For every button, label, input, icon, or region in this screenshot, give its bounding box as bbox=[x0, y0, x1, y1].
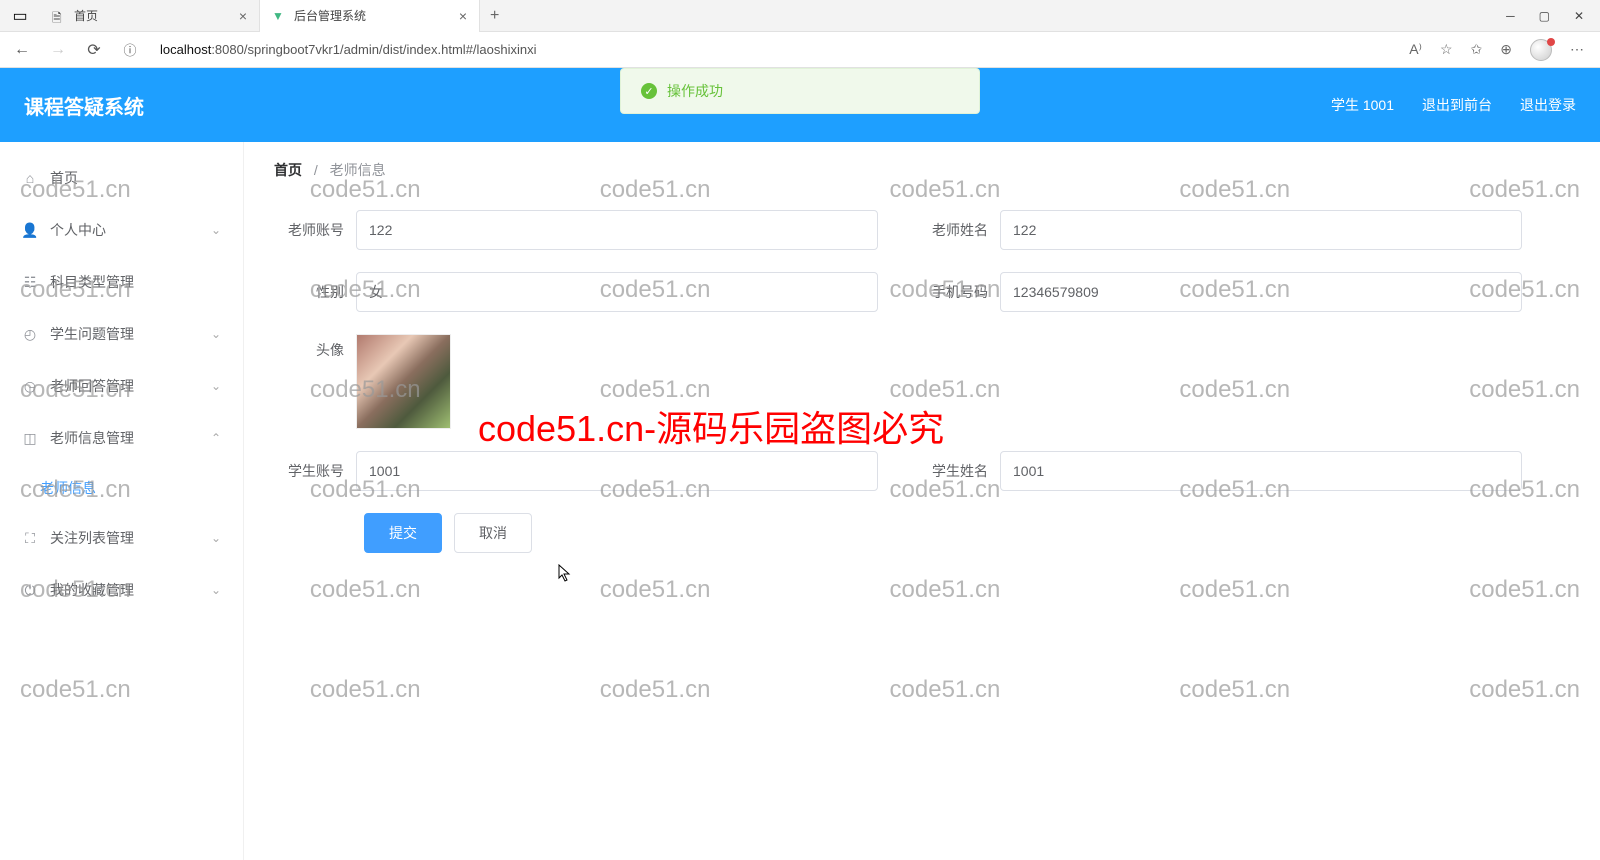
sidebar-item-label: 首页 bbox=[50, 168, 78, 188]
breadcrumb-separator: / bbox=[314, 162, 318, 178]
student-name-label: 学生姓名 bbox=[918, 461, 988, 481]
teacher-form: 老师账号 老师姓名 性别 手机号码 bbox=[274, 210, 1570, 553]
maximize-icon[interactable]: ▢ bbox=[1539, 9, 1550, 23]
sidebar-item-student-question[interactable]: ◴ 学生问题管理 ⌄ bbox=[0, 308, 243, 360]
question-icon: ◴ bbox=[22, 326, 38, 342]
teacher-name-label: 老师姓名 bbox=[918, 220, 988, 240]
chevron-down-icon: ⌄ bbox=[211, 327, 221, 341]
breadcrumb-home[interactable]: 首页 bbox=[274, 162, 302, 178]
phone-input[interactable] bbox=[1000, 272, 1522, 312]
info-icon[interactable]: ⓘ bbox=[116, 36, 144, 64]
sidebar-item-watchlist[interactable]: ⛶ 关注列表管理 ⌄ bbox=[0, 512, 243, 564]
more-icon[interactable]: ⋯ bbox=[1570, 41, 1584, 58]
sidebar-item-label: 老师回答管理 bbox=[50, 376, 134, 396]
tab-actions-icon[interactable]: ▭ bbox=[0, 6, 40, 26]
sidebar-item-home[interactable]: ⌂ 首页 bbox=[0, 152, 243, 204]
student-account-input[interactable] bbox=[356, 451, 878, 491]
home-icon: ⌂ bbox=[22, 170, 38, 186]
teacher-name-input[interactable] bbox=[1000, 210, 1522, 250]
exit-to-front-link[interactable]: 退出到前台 bbox=[1422, 95, 1492, 115]
read-aloud-icon[interactable]: A⁾ bbox=[1409, 41, 1422, 58]
url-bar: ← → ⟳ ⓘ localhost:8080/springboot7vkr1/a… bbox=[0, 32, 1600, 68]
submit-button[interactable]: 提交 bbox=[364, 513, 442, 553]
profile-icon[interactable] bbox=[1530, 39, 1552, 61]
avatar-image[interactable] bbox=[356, 334, 451, 429]
logout-link[interactable]: 退出登录 bbox=[1520, 95, 1576, 115]
crop-icon: ◫ bbox=[22, 430, 38, 446]
browser-tab-bar: ▭ 🗎 首页 × ▼ 后台管理系统 × + ─ ▢ ✕ bbox=[0, 0, 1600, 32]
browser-tab-2[interactable]: ▼ 后台管理系统 × bbox=[260, 0, 480, 32]
sidebar-item-profile[interactable]: 👤 个人中心 ⌄ bbox=[0, 204, 243, 256]
user-icon: 👤 bbox=[22, 222, 38, 238]
gender-label: 性别 bbox=[274, 282, 344, 302]
power-icon: ⏻ bbox=[22, 582, 38, 598]
gender-input[interactable] bbox=[356, 272, 878, 312]
sidebar-subitem-teacher-info[interactable]: 老师信息 bbox=[0, 464, 243, 512]
tab-title: 首页 bbox=[74, 7, 98, 24]
student-name-input[interactable] bbox=[1000, 451, 1522, 491]
sidebar-item-label: 学生问题管理 bbox=[50, 324, 134, 344]
close-icon[interactable]: × bbox=[239, 8, 247, 24]
sidebar-item-label: 我的收藏管理 bbox=[50, 580, 134, 600]
sidebar-item-label: 个人中心 bbox=[50, 220, 106, 240]
star-icon[interactable]: ☆ bbox=[1440, 41, 1453, 58]
close-icon[interactable]: × bbox=[459, 8, 467, 24]
breadcrumb-current: 老师信息 bbox=[330, 162, 386, 178]
forward-button[interactable]: → bbox=[44, 36, 72, 64]
sidebar-item-subject[interactable]: ☷ 科目类型管理 bbox=[0, 256, 243, 308]
answer-icon: ◶ bbox=[22, 378, 38, 394]
app-title: 课程答疑系统 bbox=[24, 91, 144, 120]
tab-title: 后台管理系统 bbox=[294, 7, 366, 24]
teacher-account-label: 老师账号 bbox=[274, 220, 344, 240]
user-label[interactable]: 学生 1001 bbox=[1331, 95, 1394, 115]
sidebar-item-teacher-answer[interactable]: ◶ 老师回答管理 ⌄ bbox=[0, 360, 243, 412]
category-icon: ☷ bbox=[22, 274, 38, 290]
new-tab-button[interactable]: + bbox=[480, 7, 509, 25]
refresh-button[interactable]: ⟳ bbox=[80, 36, 108, 64]
chevron-up-icon: ⌃ bbox=[211, 431, 221, 445]
cancel-button[interactable]: 取消 bbox=[454, 513, 532, 553]
browser-tab-1[interactable]: 🗎 首页 × bbox=[40, 0, 260, 32]
success-toast: ✓ 操作成功 bbox=[620, 68, 980, 114]
sidebar-item-teacher-info[interactable]: ◫ 老师信息管理 ⌃ bbox=[0, 412, 243, 464]
check-icon: ✓ bbox=[641, 83, 657, 99]
close-window-icon[interactable]: ✕ bbox=[1574, 9, 1584, 23]
breadcrumb: 首页 / 老师信息 bbox=[274, 160, 1570, 180]
sidebar-item-label: 科目类型管理 bbox=[50, 272, 134, 292]
sidebar: ⌂ 首页 👤 个人中心 ⌄ ☷ 科目类型管理 ◴ 学生问题管理 ⌄ ◶ 老师回答… bbox=[0, 142, 244, 860]
back-button[interactable]: ← bbox=[8, 36, 36, 64]
toast-message: 操作成功 bbox=[667, 81, 723, 101]
window-controls: ─ ▢ ✕ bbox=[1506, 9, 1600, 23]
chevron-down-icon: ⌄ bbox=[211, 583, 221, 597]
phone-label: 手机号码 bbox=[918, 282, 988, 302]
chevron-down-icon: ⌄ bbox=[211, 531, 221, 545]
chevron-down-icon: ⌄ bbox=[211, 379, 221, 393]
page-icon: 🗎 bbox=[52, 9, 66, 23]
minimize-icon[interactable]: ─ bbox=[1506, 9, 1515, 23]
sidebar-item-favorites[interactable]: ⏻ 我的收藏管理 ⌄ bbox=[0, 564, 243, 616]
avatar-label: 头像 bbox=[274, 340, 344, 360]
student-account-label: 学生账号 bbox=[274, 461, 344, 481]
address-bar[interactable]: localhost:8080/springboot7vkr1/admin/dis… bbox=[152, 42, 1401, 57]
sidebar-item-label: 关注列表管理 bbox=[50, 528, 134, 548]
collections-icon[interactable]: ⊕ bbox=[1500, 41, 1512, 58]
sidebar-item-label: 老师信息管理 bbox=[50, 428, 134, 448]
teacher-account-input[interactable] bbox=[356, 210, 878, 250]
focus-icon: ⛶ bbox=[22, 530, 38, 546]
favorites-icon[interactable]: ✩ bbox=[1471, 41, 1483, 58]
chevron-down-icon: ⌄ bbox=[211, 223, 221, 237]
vue-icon: ▼ bbox=[272, 9, 286, 23]
main-content: 首页 / 老师信息 老师账号 老师姓名 性别 bbox=[244, 142, 1600, 860]
